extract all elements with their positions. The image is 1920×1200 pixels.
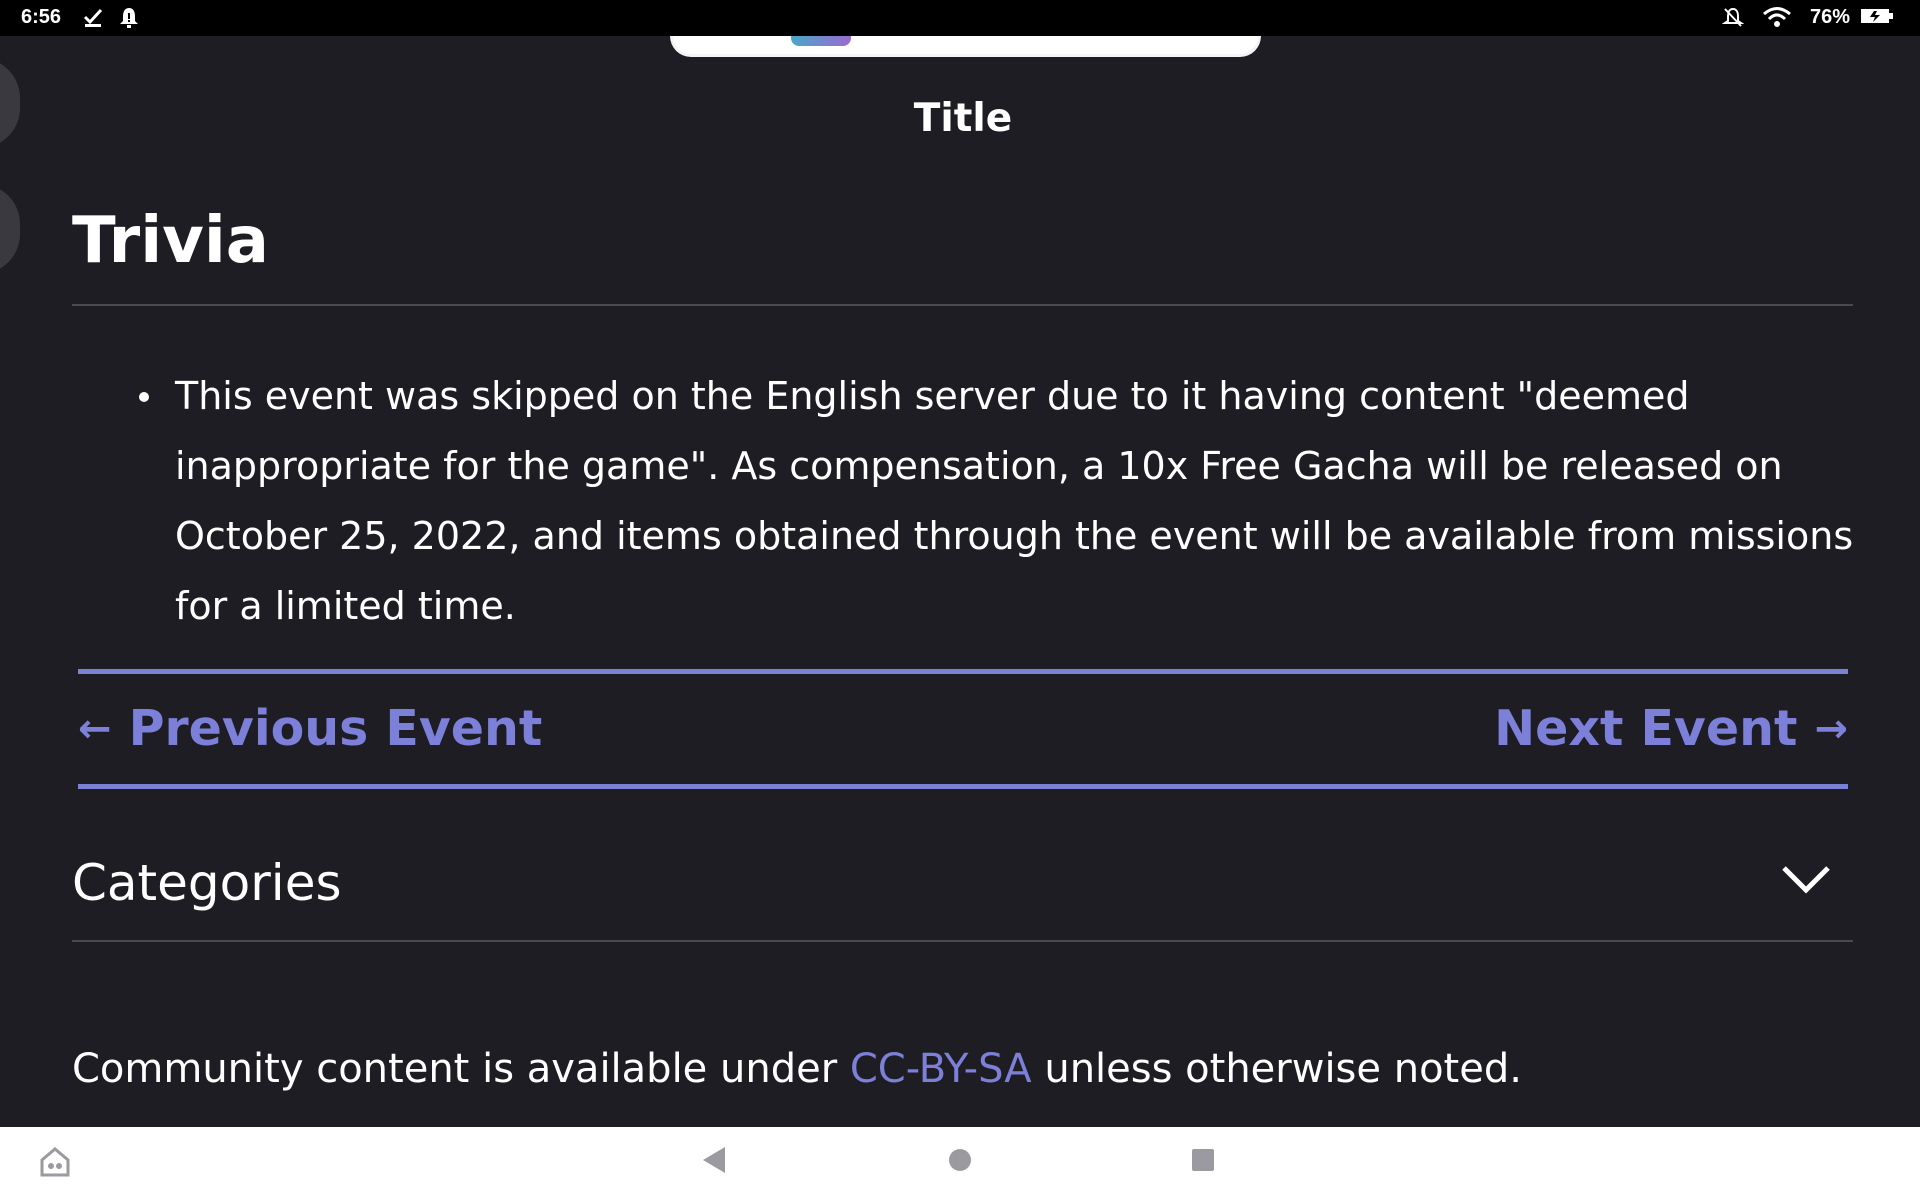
categories-label: Categories	[72, 854, 342, 912]
trivia-list: This event was skipped on the English se…	[135, 361, 1855, 641]
license-text-after: unless otherwise noted.	[1031, 1046, 1522, 1092]
status-bar: 6:56 76%	[0, 0, 1920, 36]
license-text-before: Community content is available under	[72, 1046, 850, 1092]
categories-toggle[interactable]: Categories	[72, 854, 1853, 934]
event-navigation: ← Previous Event Next Event →	[78, 669, 1848, 789]
back-icon[interactable]	[701, 1145, 727, 1179]
page-content: Title Trivia This event was skipped on t…	[0, 36, 1920, 1127]
event-image[interactable]	[670, 36, 1261, 57]
bell-alert-icon	[118, 6, 140, 34]
chevron-down-icon	[1782, 866, 1830, 894]
arrow-right-icon: →	[1814, 706, 1848, 752]
battery-charging-icon	[1860, 6, 1894, 32]
home-app-icon[interactable]	[38, 1145, 72, 1183]
next-event-link[interactable]: Next Event →	[1494, 700, 1848, 757]
categories-divider	[72, 940, 1853, 942]
next-event-label: Next Event	[1494, 700, 1798, 757]
battery-percent: 76%	[1810, 6, 1851, 28]
list-item: This event was skipped on the English se…	[135, 361, 1855, 641]
system-navigation-bar	[0, 1127, 1920, 1200]
mute-bell-icon	[1721, 6, 1745, 34]
image-artwork	[791, 36, 851, 46]
bullet-icon	[139, 392, 149, 402]
previous-event-link[interactable]: ← Previous Event	[78, 700, 542, 757]
previous-event-label: Previous Event	[128, 700, 543, 757]
license-link[interactable]: CC-BY-SA	[850, 1046, 1032, 1092]
license-notice: Community content is available under CC-…	[72, 1046, 1522, 1092]
recents-icon[interactable]	[1190, 1145, 1216, 1179]
arrow-left-icon: ←	[78, 706, 112, 752]
section-divider	[72, 304, 1853, 306]
trivia-text: This event was skipped on the English se…	[175, 374, 1854, 628]
side-drawer-tab[interactable]	[0, 184, 20, 274]
checkmark-download-icon	[82, 6, 104, 34]
status-time: 6:56	[21, 6, 62, 28]
wifi-icon	[1762, 6, 1792, 34]
section-heading-trivia: Trivia	[72, 204, 269, 278]
home-icon[interactable]	[947, 1145, 973, 1179]
image-caption: Title	[913, 96, 1013, 141]
